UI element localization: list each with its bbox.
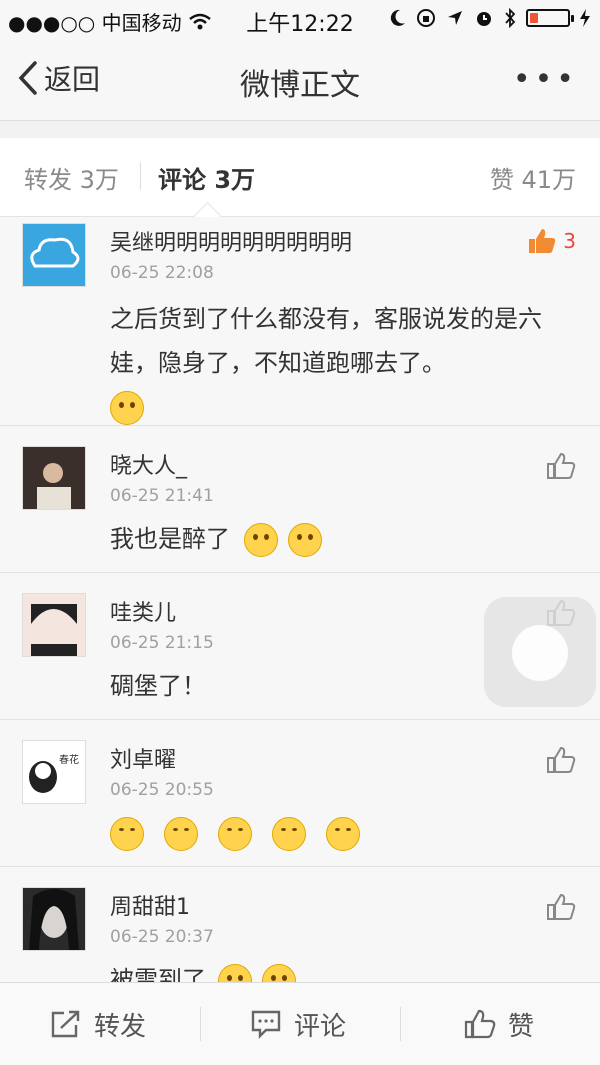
- assistive-touch-button[interactable]: [484, 597, 596, 707]
- comment-item: 晓大人_ 06-25 21:41 我也是醉了: [0, 426, 600, 573]
- comment-time: 06-25 21:15: [110, 633, 214, 653]
- like-button[interactable]: [546, 452, 576, 480]
- comment-author[interactable]: 哇类儿: [110, 595, 176, 627]
- laughing-crying-emoji-icon: [218, 817, 252, 851]
- comment-text-content: 之后货到了什么都没有，客服说发的是六娃，隐身了，不知道跑哪去了。: [110, 305, 542, 377]
- tab-repost[interactable]: 转发 3万: [24, 160, 119, 195]
- alarm-icon: [474, 8, 494, 28]
- toolbar-divider: [400, 1007, 401, 1041]
- shocked-emoji-icon: [287, 523, 322, 557]
- tab-bar: 转发 3万 评论 3万 赞 41万: [0, 138, 600, 229]
- more-options-button[interactable]: •••: [513, 62, 578, 97]
- like-button[interactable]: 3: [527, 227, 576, 255]
- thumbs-up-icon: [546, 746, 576, 774]
- avatar[interactable]: 春花: [22, 740, 86, 804]
- comment-text-content: 被雷到了: [110, 966, 206, 983]
- comment-item: 春花 刘卓曜 06-25 20:55: [0, 720, 600, 867]
- comment-label: 评论: [294, 1011, 347, 1042]
- bluetooth-icon: [504, 8, 516, 28]
- tab-comment[interactable]: 评论 3万: [158, 160, 255, 195]
- like-count: 3: [563, 229, 576, 253]
- charging-icon: [580, 9, 590, 27]
- thumbs-up-icon: [464, 1009, 496, 1039]
- rotation-lock-icon: [416, 8, 436, 28]
- comment-text: 之后货到了什么都没有，客服说发的是六娃，隐身了，不知道跑哪去了。: [110, 297, 570, 429]
- tab-like[interactable]: 赞 41万: [490, 160, 576, 195]
- comment-author[interactable]: 周甜甜1: [110, 889, 190, 921]
- avatar[interactable]: [22, 446, 86, 510]
- tab-divider: [140, 162, 141, 190]
- nav-bar: 返回 微博正文 •••: [0, 40, 600, 121]
- comment-time: 06-25 21:41: [110, 486, 214, 506]
- comment-time: 06-25 20:37: [110, 927, 214, 947]
- avatar[interactable]: [22, 593, 86, 657]
- comment-text-content: 我也是醉了: [110, 525, 230, 553]
- dizzy-emoji-icon: [217, 964, 252, 983]
- comment-text: [110, 816, 570, 851]
- location-arrow-icon: [446, 9, 464, 27]
- assistive-touch-dot: [512, 625, 568, 681]
- comment-author[interactable]: 吴继明明明明明明明明明: [110, 225, 352, 257]
- comment-item: 周甜甜1 06-25 20:37 被雷到了: [0, 867, 600, 983]
- avatar[interactable]: [22, 887, 86, 951]
- comment-button[interactable]: 评论: [250, 983, 346, 1065]
- repost-button[interactable]: 转发: [50, 983, 146, 1065]
- comment-bubble-icon: [250, 1009, 282, 1039]
- comment-time: 06-25 20:55: [110, 780, 214, 800]
- thumbs-up-icon: [546, 452, 576, 480]
- comment-author[interactable]: 刘卓曜: [110, 742, 176, 774]
- moon-icon: [390, 9, 406, 27]
- laughing-crying-emoji-icon: [110, 817, 144, 851]
- bottom-toolbar: 转发 评论 赞: [0, 982, 600, 1065]
- thumbs-up-icon: [527, 227, 557, 255]
- status-bar: ●●●○○ 中国移动 上午12:22: [0, 0, 600, 40]
- toolbar-divider: [200, 1007, 201, 1041]
- like-label: 赞: [508, 1011, 535, 1042]
- laughing-crying-emoji-icon: [326, 817, 360, 851]
- repost-label: 转发: [94, 1011, 147, 1042]
- share-icon: [50, 1009, 82, 1039]
- battery-icon: [526, 9, 574, 27]
- page-title: 微博正文: [240, 68, 360, 103]
- thumbs-up-icon: [546, 893, 576, 921]
- comment-text: 我也是醉了: [110, 522, 570, 557]
- like-button[interactable]: [546, 893, 576, 921]
- dizzy-emoji-icon: [261, 964, 296, 983]
- avatar[interactable]: [22, 223, 86, 287]
- smirk-emoji-icon: [110, 391, 144, 425]
- like-post-button[interactable]: 赞: [464, 983, 534, 1065]
- comment-item: 吴继明明明明明明明明明 06-25 22:08 3 之后货到了什么都没有，客服说…: [0, 217, 600, 426]
- laughing-crying-emoji-icon: [164, 817, 198, 851]
- like-button[interactable]: [546, 746, 576, 774]
- status-icons: [390, 8, 590, 28]
- shocked-emoji-icon: [243, 523, 278, 557]
- svg-text:春花: 春花: [59, 753, 79, 766]
- laughing-crying-emoji-icon: [272, 817, 306, 851]
- comment-text: 被雷到了: [110, 963, 570, 983]
- comment-time: 06-25 22:08: [110, 263, 214, 283]
- comment-author[interactable]: 晓大人_: [110, 448, 187, 480]
